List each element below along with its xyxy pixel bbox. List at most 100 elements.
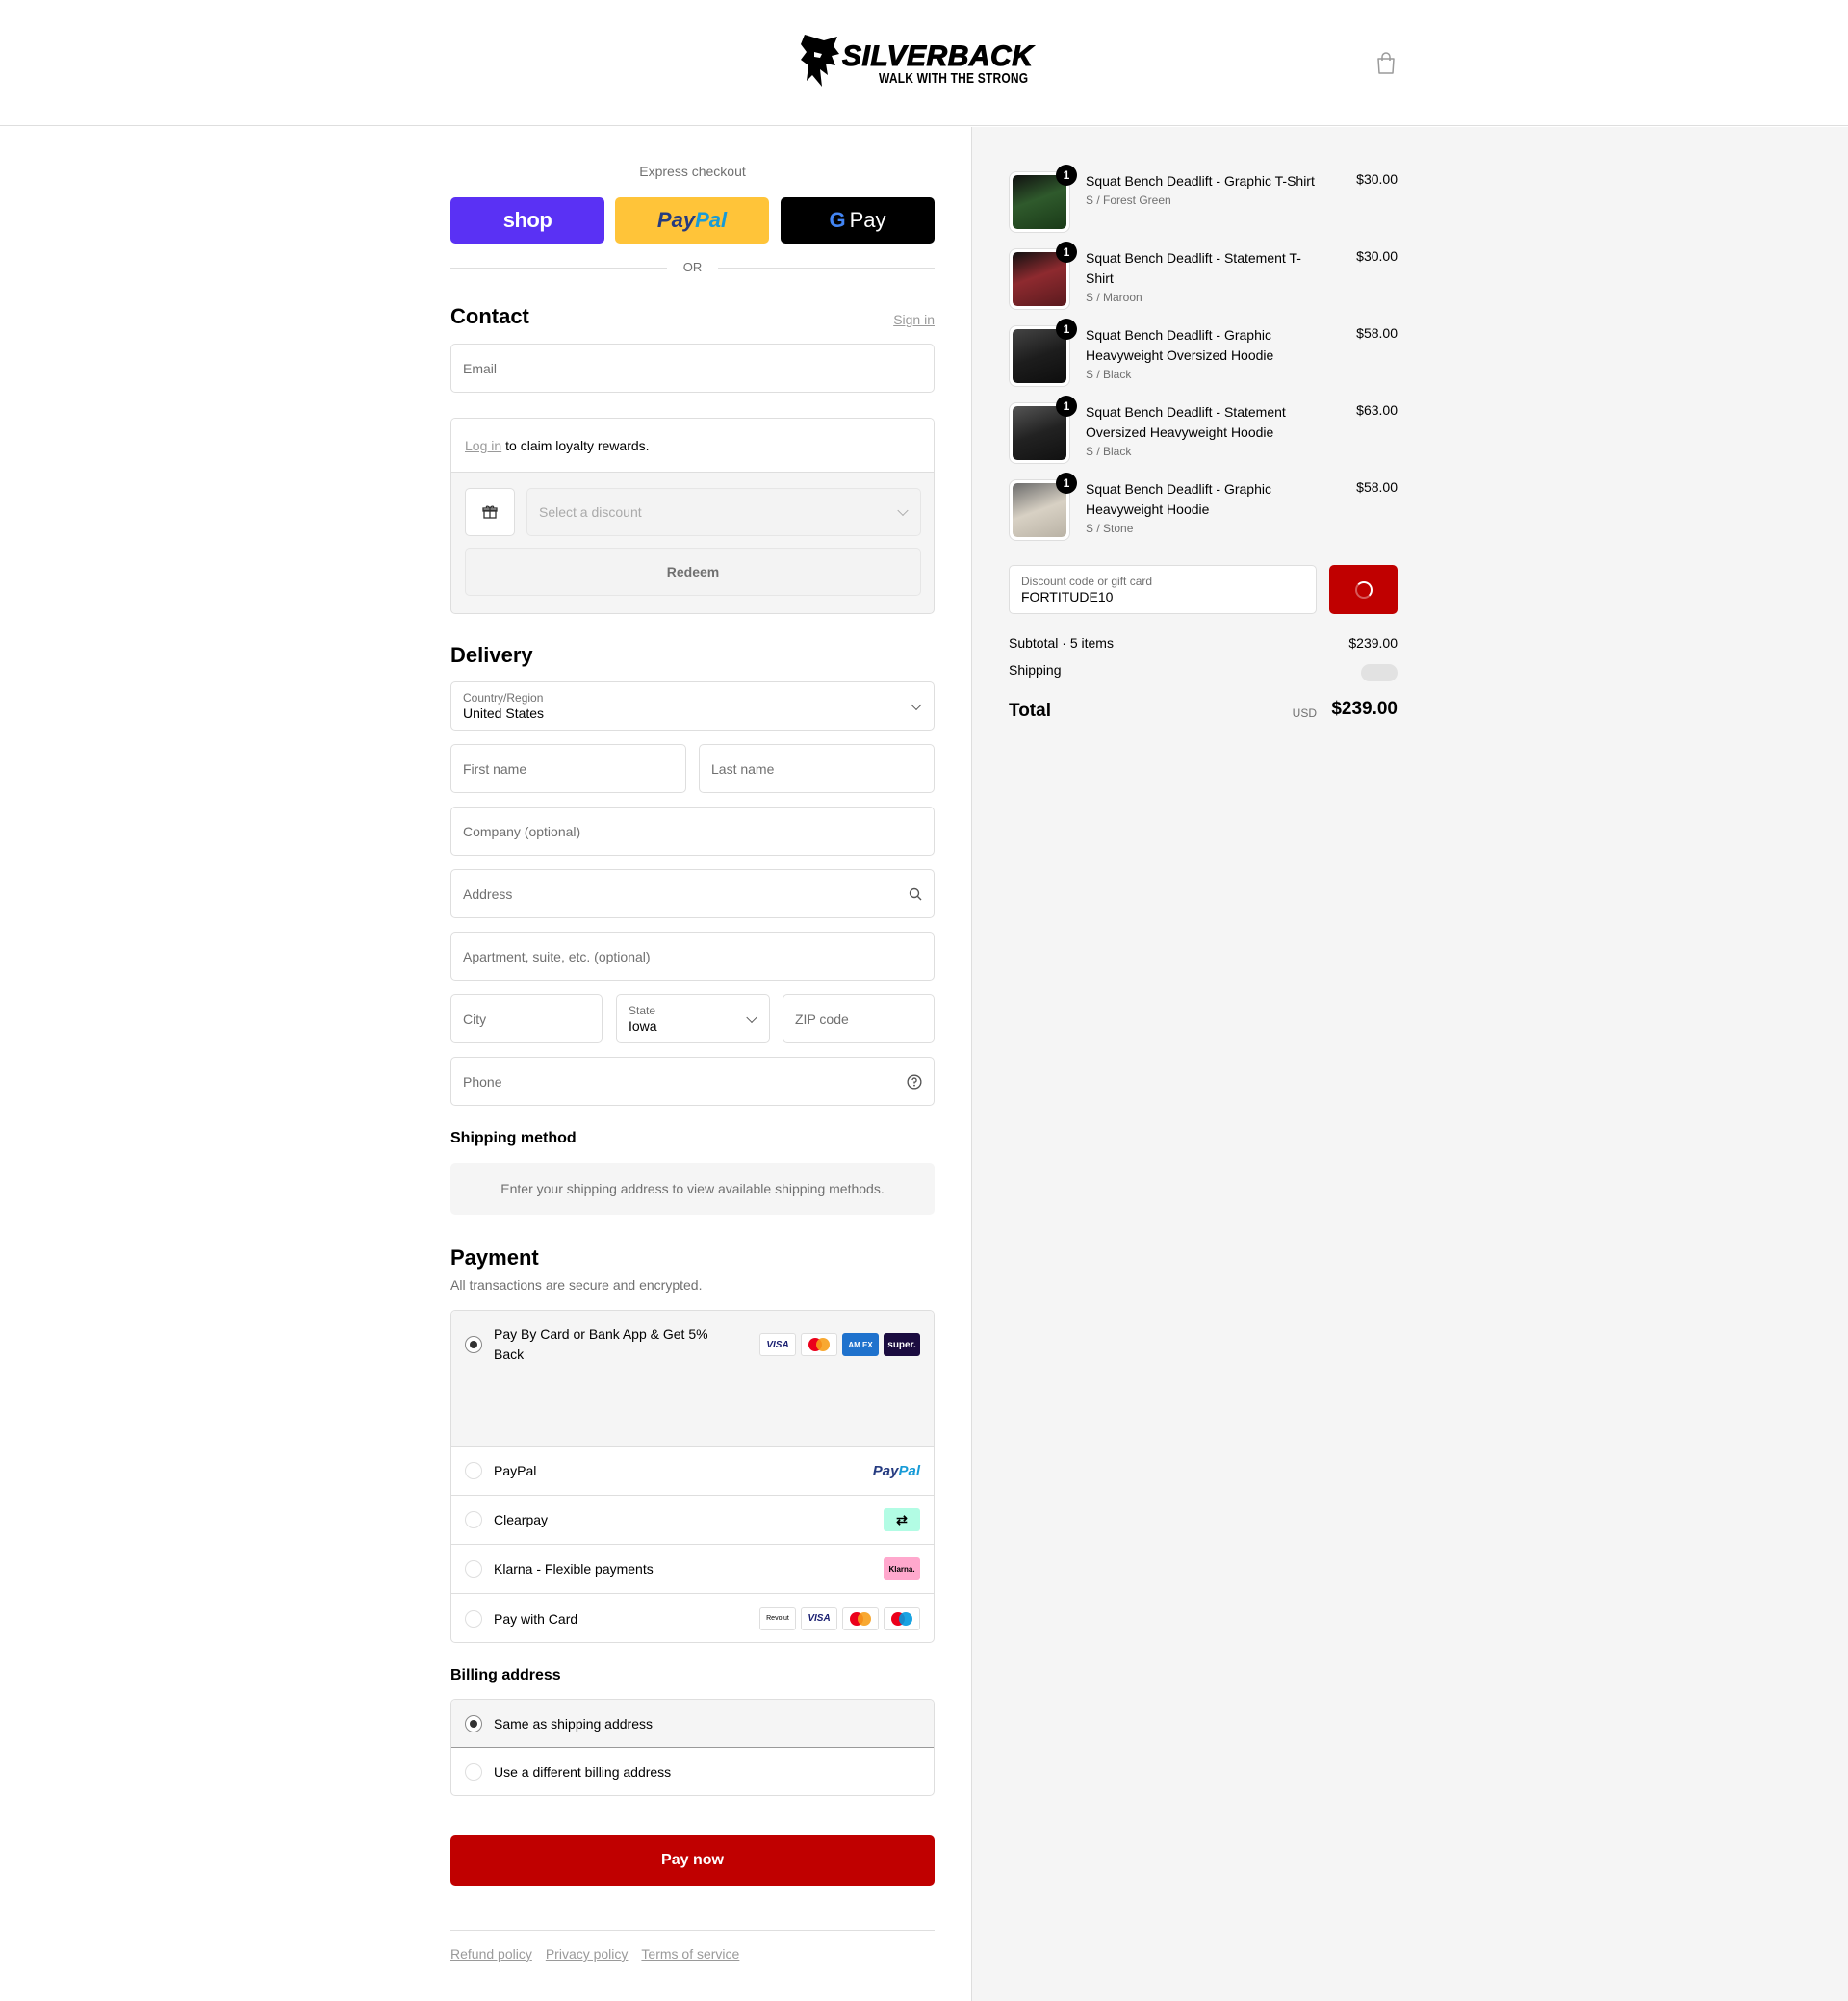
radio-unselected[interactable] bbox=[465, 1560, 482, 1578]
checkout-header: SILVERBACK WALK WITH THE STRONG bbox=[0, 0, 1848, 126]
product-title: Squat Bench Deadlift - Graphic Heavyweig… bbox=[1086, 327, 1274, 363]
mastercard-icon bbox=[842, 1606, 879, 1630]
payment-option-clearpay[interactable]: Clearpay ⇄ bbox=[451, 1496, 934, 1545]
store-logo[interactable]: SILVERBACK WALK WITH THE STRONG bbox=[799, 29, 1044, 94]
quantity-badge: 1 bbox=[1056, 242, 1077, 263]
email-field[interactable]: Email bbox=[450, 344, 935, 393]
payment-option-paypal[interactable]: PayPal PayPal bbox=[451, 1447, 934, 1496]
product-price: $30.00 bbox=[1356, 171, 1398, 187]
product-title: Squat Bench Deadlift - Graphic T-Shirt bbox=[1086, 173, 1315, 189]
radio-unselected[interactable] bbox=[465, 1609, 482, 1628]
payment-option-card-bank[interactable]: Pay By Card or Bank App & Get 5% Back VI… bbox=[451, 1311, 934, 1379]
paypal-logo-pay: Pay bbox=[872, 1462, 899, 1479]
state-label: State bbox=[629, 1003, 656, 1017]
address-placeholder: Address bbox=[463, 885, 513, 902]
company-field[interactable]: Company (optional) bbox=[450, 807, 935, 856]
total-row: Total USD $239.00 bbox=[1009, 699, 1398, 726]
payment-subtitle: All transactions are secure and encrypte… bbox=[450, 1277, 703, 1293]
radio-selected[interactable] bbox=[465, 1336, 482, 1353]
shop-pay-button[interactable]: shop bbox=[450, 197, 604, 244]
product-price: $30.00 bbox=[1356, 248, 1398, 264]
terms-of-service-link[interactable]: Terms of service bbox=[641, 1946, 739, 1962]
phone-field[interactable]: Phone bbox=[450, 1057, 935, 1106]
first-name-field[interactable]: First name bbox=[450, 744, 686, 793]
billing-address-heading: Billing address bbox=[450, 1667, 561, 1683]
pay-with-card-label: Pay with Card bbox=[494, 1610, 578, 1627]
discount-code-input[interactable]: Discount code or gift card FORTITUDE10 bbox=[1009, 565, 1317, 614]
country-select[interactable]: Country/Region United States bbox=[450, 681, 935, 731]
help-circle-icon[interactable] bbox=[907, 1073, 922, 1090]
paypal-logo-icon: PayPal bbox=[873, 1463, 920, 1479]
chevron-down-icon bbox=[746, 1012, 757, 1023]
gorilla-logo-icon bbox=[801, 35, 839, 87]
gift-icon-graphic bbox=[482, 505, 498, 519]
product-thumbnail: 1 bbox=[1009, 396, 1077, 464]
google-pay-button[interactable]: G Pay bbox=[781, 197, 935, 244]
city-field[interactable]: City bbox=[450, 994, 603, 1043]
radio-unselected[interactable] bbox=[465, 1511, 482, 1528]
sign-in-link[interactable]: Sign in bbox=[893, 312, 935, 327]
card-bank-label: Pay By Card or Bank App & Get 5% Back bbox=[494, 1324, 744, 1365]
refund-policy-link[interactable]: Refund policy bbox=[450, 1946, 532, 1962]
discount-select-placeholder: Select a discount bbox=[539, 504, 642, 520]
paypal-label-pal: Pal bbox=[695, 208, 728, 232]
billing-same-as-shipping[interactable]: Same as shipping address bbox=[451, 1700, 934, 1748]
total-value: $239.00 bbox=[1331, 699, 1398, 719]
apartment-field[interactable]: Apartment, suite, etc. (optional) bbox=[450, 932, 935, 981]
amex-icon: AM EX bbox=[842, 1333, 879, 1356]
apartment-placeholder: Apartment, suite, etc. (optional) bbox=[463, 948, 651, 964]
billing-different-address[interactable]: Use a different billing address bbox=[451, 1748, 934, 1795]
product-title: Squat Bench Deadlift - Statement T-Shirt bbox=[1086, 250, 1301, 286]
country-value: United States bbox=[463, 705, 545, 721]
billing-different-label: Use a different billing address bbox=[494, 1764, 672, 1780]
state-value: Iowa bbox=[629, 1017, 657, 1034]
line-item: 1 Squat Bench Deadlift - Graphic T-Shirt… bbox=[1009, 165, 1398, 233]
radio-unselected[interactable] bbox=[465, 1462, 482, 1479]
product-variant: S / Forest Green bbox=[1086, 193, 1171, 207]
zip-placeholder: ZIP code bbox=[795, 1011, 849, 1027]
paypal-option-label: PayPal bbox=[494, 1463, 537, 1478]
payment-option-klarna[interactable]: Klarna - Flexible payments Klarna. bbox=[451, 1545, 934, 1594]
pay-now-button[interactable]: Pay now bbox=[450, 1835, 935, 1886]
or-divider: OR bbox=[450, 260, 935, 275]
shipping-method-note: Enter your shipping address to view avai… bbox=[450, 1163, 935, 1215]
product-price: $63.00 bbox=[1356, 402, 1398, 418]
payment-heading: Payment bbox=[450, 1245, 539, 1270]
line-item: 1 Squat Bench Deadlift - Graphic Heavywe… bbox=[1009, 473, 1398, 541]
product-price: $58.00 bbox=[1356, 479, 1398, 495]
zip-field[interactable]: ZIP code bbox=[783, 994, 935, 1043]
line-item: 1 Squat Bench Deadlift - Statement Overs… bbox=[1009, 396, 1398, 464]
radio-unselected[interactable] bbox=[465, 1763, 482, 1781]
discount-select[interactable]: Select a discount bbox=[526, 488, 921, 536]
shopping-bag-icon[interactable] bbox=[1375, 52, 1397, 75]
subtotal-value: $239.00 bbox=[1348, 635, 1398, 651]
shop-pay-label: shop bbox=[502, 208, 552, 232]
apply-discount-button[interactable] bbox=[1329, 565, 1398, 614]
subtotal-row: Subtotal · 5 items $239.00 bbox=[1009, 635, 1398, 651]
visa-icon: VISA bbox=[801, 1606, 837, 1630]
privacy-policy-link[interactable]: Privacy policy bbox=[546, 1946, 629, 1962]
address-field[interactable]: Address bbox=[450, 869, 935, 918]
last-name-field[interactable]: Last name bbox=[699, 744, 935, 793]
product-name: Squat Bench Deadlift - Statement T-Shirt… bbox=[1086, 248, 1326, 306]
product-name: Squat Bench Deadlift - Graphic Heavyweig… bbox=[1086, 325, 1326, 383]
redeem-button[interactable]: Redeem bbox=[465, 548, 921, 596]
shipping-row: Shipping bbox=[1009, 662, 1398, 681]
product-variant: S / Stone bbox=[1086, 522, 1134, 535]
state-select[interactable]: State Iowa bbox=[616, 994, 770, 1043]
quantity-badge: 1 bbox=[1056, 396, 1077, 417]
product-image bbox=[1013, 252, 1066, 306]
country-label: Country/Region bbox=[463, 690, 544, 705]
product-title: Squat Bench Deadlift - Graphic Heavyweig… bbox=[1086, 481, 1271, 517]
product-image bbox=[1013, 175, 1066, 229]
payment-option-pay-with-card[interactable]: Pay with Card Revolut VISA bbox=[451, 1594, 934, 1642]
card-bank-details-panel bbox=[451, 1378, 934, 1447]
maestro-icon bbox=[884, 1606, 920, 1630]
visa-icon: VISA bbox=[759, 1333, 796, 1356]
radio-selected[interactable] bbox=[465, 1714, 482, 1732]
log-in-link[interactable]: Log in bbox=[465, 438, 501, 453]
product-name: Squat Bench Deadlift - Statement Oversiz… bbox=[1086, 402, 1326, 460]
gift-icon bbox=[465, 488, 515, 536]
product-variant: S / Black bbox=[1086, 445, 1132, 458]
paypal-express-button[interactable]: Pay Pal bbox=[615, 197, 769, 244]
